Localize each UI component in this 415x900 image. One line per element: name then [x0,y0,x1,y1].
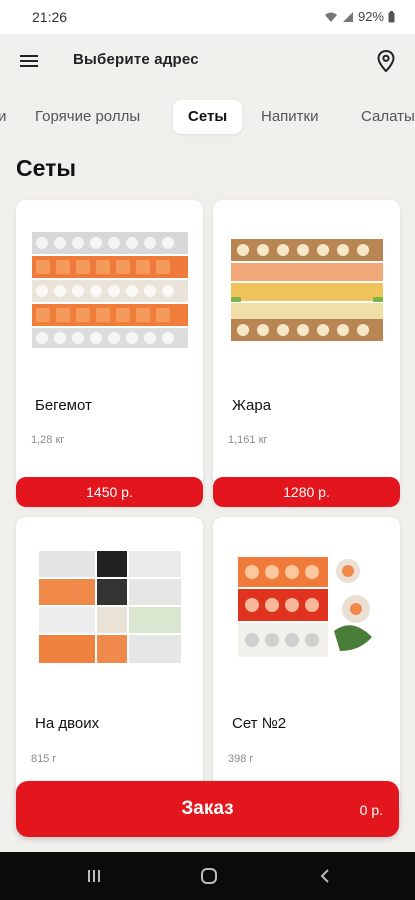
tab-previous[interactable]: и [0,100,6,134]
product-card-zhara[interactable]: Жара 1,161 кг 1280 р. [213,200,400,507]
back-button[interactable] [310,864,340,888]
section-title: Сеты [16,155,77,181]
hamburger-menu-icon [20,55,38,67]
product-card-na-dvoikh[interactable]: На двоих 815 г [16,517,203,817]
app-header: Выберите адрес [0,34,415,88]
order-label: Заказ [181,798,234,819]
tab-drinks[interactable]: Напитки [261,100,319,134]
recent-apps-icon [88,870,100,882]
wifi-icon [324,12,337,22]
product-name: Жара [232,397,272,414]
product-price[interactable]: 1280 р. [213,477,400,507]
product-card-begemot[interactable]: Бегемот 1,28 кг 1450 р. [16,200,203,507]
status-time: 21:26 [32,9,68,25]
product-image [213,200,400,380]
product-weight: 398 г [228,753,254,765]
order-total: 0 р. [359,802,383,818]
status-icons: 92% [324,9,395,24]
product-image [16,517,203,697]
signal-icon [342,11,353,22]
tab-hot-rolls[interactable]: Горячие роллы [35,100,140,134]
product-price[interactable]: 1450 р. [16,477,203,507]
product-weight: 1,28 кг [31,434,65,446]
back-chevron-icon [320,869,329,883]
product-name: Бегемот [35,397,92,414]
tab-sets[interactable]: Сеты [173,100,243,134]
home-button[interactable] [194,864,224,888]
home-icon [201,868,217,884]
location-button[interactable] [371,46,401,76]
system-nav-bar [0,852,415,900]
status-bar: 21:26 92% [0,0,415,34]
product-card-set-2[interactable]: Сет №2 398 г [213,517,400,817]
product-weight: 815 г [31,753,57,765]
address-selector[interactable]: Выберите адрес [73,51,199,68]
product-name: Сет №2 [232,715,287,732]
order-button[interactable]: Заказ 0 р. [16,781,399,837]
map-pin-icon [377,50,395,72]
product-name: На двоих [35,715,100,732]
battery-percent: 92% [357,9,384,24]
menu-button[interactable] [14,46,44,76]
recent-apps-button[interactable] [79,864,109,888]
category-tabs: и Горячие роллы Сеты Напитки Салаты [0,96,415,142]
product-image [16,200,203,380]
product-weight: 1,161 кг [228,434,268,446]
product-image [213,517,400,697]
tab-salads[interactable]: Салаты [361,100,415,134]
battery-icon [388,10,395,22]
